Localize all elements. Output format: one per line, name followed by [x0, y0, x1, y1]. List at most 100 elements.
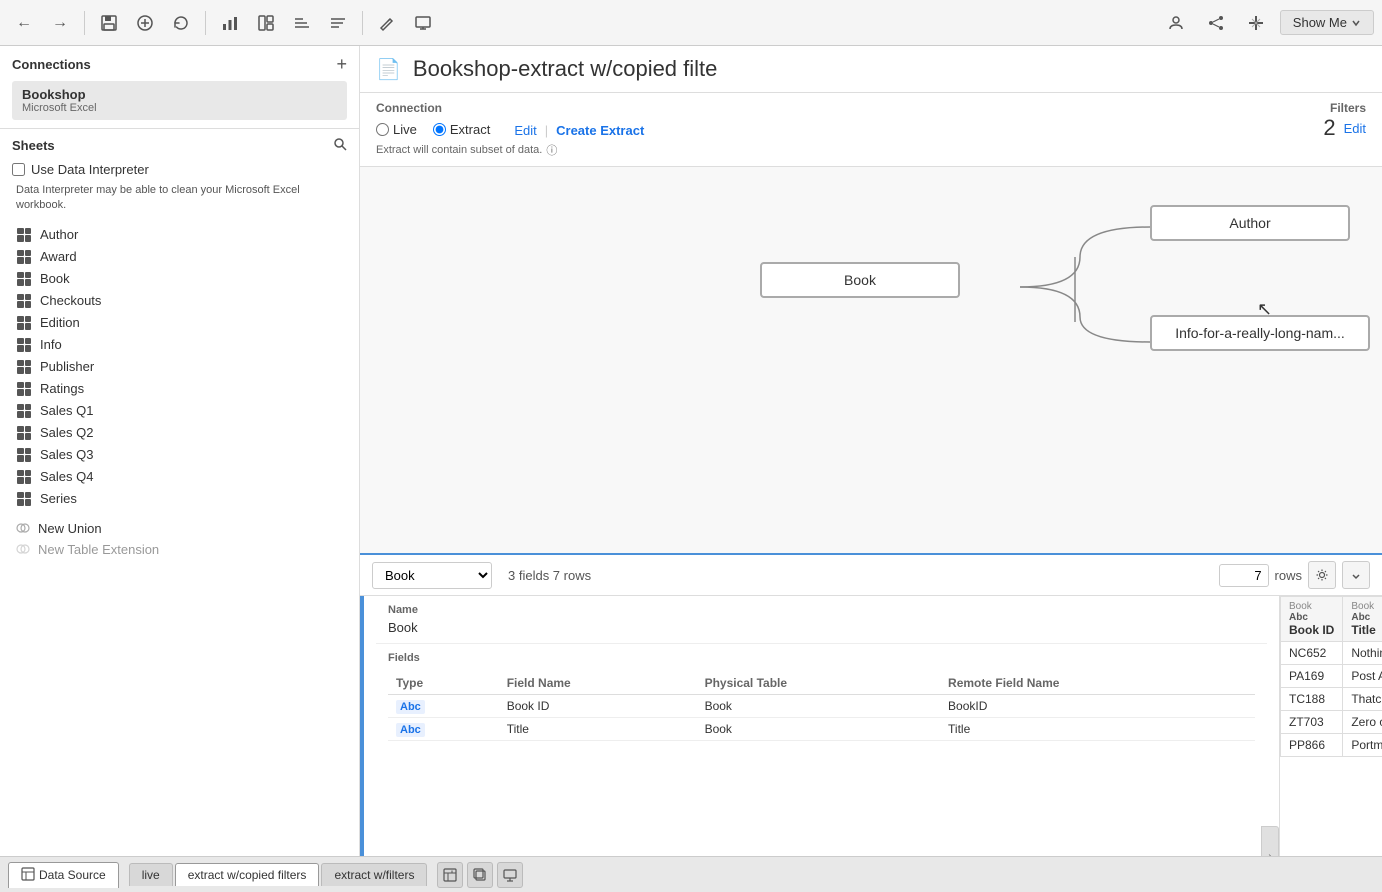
field-physical: Book	[697, 695, 940, 718]
union-icon	[16, 521, 30, 535]
table-cell: NC652	[1281, 642, 1343, 665]
tab-live[interactable]: live	[129, 863, 173, 886]
sidebar-item-sales-q1[interactable]: Sales Q1	[12, 400, 347, 422]
author-node-label: Author	[1229, 215, 1270, 231]
sheet-label: Sales Q2	[40, 425, 93, 440]
monitor-button[interactable]	[407, 7, 439, 39]
tab-extract-filters[interactable]: extract w/filters	[321, 863, 427, 886]
fields-table: Type Field Name Physical Table Remote Fi…	[388, 672, 1255, 741]
sidebar-item-checkouts[interactable]: Checkouts	[12, 290, 347, 312]
sidebar-item-award[interactable]: Award	[12, 246, 347, 268]
col-book-id: Book Abc Book ID	[1281, 597, 1343, 642]
filters-edit-link[interactable]: Edit	[1344, 121, 1366, 136]
data-table-area: Name Book Fields Type Field Name	[360, 596, 1382, 856]
live-radio[interactable]	[376, 123, 389, 136]
sort-asc-button[interactable]	[286, 7, 318, 39]
table-row: PA169Post AlleyBM856	[1281, 665, 1382, 688]
show-me-label: Show Me	[1293, 15, 1347, 30]
sidebar-item-author[interactable]: Author	[12, 224, 347, 246]
search-sheets-button[interactable]	[333, 137, 347, 154]
field-remote: Title	[940, 718, 1255, 741]
rows-right: rows	[1219, 561, 1370, 589]
sidebar-item-sales-q4[interactable]: Sales Q4	[12, 466, 347, 488]
datasource-header: 📄 Bookshop-extract w/copied filte	[360, 46, 1382, 93]
book-node[interactable]: Book	[760, 262, 960, 298]
present-button[interactable]	[497, 862, 523, 888]
toolbar-right: Show Me	[1160, 7, 1374, 39]
sheets-title: Sheets	[12, 138, 55, 153]
add-connection-button[interactable]: +	[336, 54, 347, 75]
share-btn[interactable]	[1200, 7, 1232, 39]
live-radio-label[interactable]: Live	[376, 122, 417, 137]
datasource-tab-label: Data Source	[39, 868, 106, 882]
sheets-list: Author Award Book Checkouts Edition	[12, 224, 347, 510]
create-extract-link[interactable]: Create Extract	[556, 123, 644, 138]
grid-sheet-icon	[16, 491, 32, 507]
sidebar-item-book[interactable]: Book	[12, 268, 347, 290]
chart-button[interactable]	[214, 7, 246, 39]
info-node[interactable]: Info-for-a-really-long-nam...	[1150, 315, 1370, 351]
grid-icon	[17, 316, 31, 330]
datasource-icon: 📄	[376, 57, 401, 82]
interpreter-checkbox[interactable]	[12, 163, 25, 176]
sidebar-item-ratings[interactable]: Ratings	[12, 378, 347, 400]
tableau-logo[interactable]	[1240, 7, 1272, 39]
rows-input[interactable]	[1219, 564, 1269, 587]
split-button[interactable]	[250, 7, 282, 39]
fields-row: Abc Book ID Book BookID	[388, 695, 1255, 718]
fields-col-type: Type	[388, 672, 499, 695]
data-grid: Book Abc Book ID Book Abc Title	[1280, 596, 1382, 856]
sheet-label: Author	[40, 227, 78, 242]
show-me-button[interactable]: Show Me	[1280, 10, 1374, 35]
connection-item-bookshop[interactable]: Bookshop Microsoft Excel	[12, 81, 347, 120]
sheet-label: Info	[40, 337, 62, 352]
new-union-item[interactable]: New Union	[12, 518, 347, 539]
pen-button[interactable]	[371, 7, 403, 39]
datasource-tab[interactable]: Data Source	[8, 862, 119, 888]
table-cell: Nothing But Capers	[1343, 642, 1382, 665]
save-button[interactable]	[93, 7, 125, 39]
sidebar-item-info[interactable]: Info	[12, 334, 347, 356]
fields-row: Abc Title Book Title	[388, 718, 1255, 741]
author-node[interactable]: Author	[1150, 205, 1350, 241]
grid-icon	[17, 294, 31, 308]
connections-section: Connections + Bookshop Microsoft Excel	[0, 46, 359, 129]
add-datasource-button[interactable]	[129, 7, 161, 39]
sort-desc-button[interactable]	[322, 7, 354, 39]
table-row: ZT703Zero over TwelveBM856	[1281, 711, 1382, 734]
new-table-extension-item: New Table Extension	[12, 539, 347, 560]
connection-radio-row: Live Extract Edit | Create Extract	[376, 121, 644, 138]
separator-1	[84, 11, 85, 35]
edit-link[interactable]: Edit	[514, 123, 536, 138]
sidebar-item-publisher[interactable]: Publisher	[12, 356, 347, 378]
fields-panel: Name Book Fields Type Field Name	[360, 596, 1280, 856]
sidebar-item-sales-q2[interactable]: Sales Q2	[12, 422, 347, 444]
table-cell: Portmeirion	[1343, 734, 1382, 757]
grid-sheet-icon	[16, 469, 32, 485]
grid-icon	[17, 426, 31, 440]
expand-button[interactable]	[1342, 561, 1370, 589]
grid-sheet-icon	[16, 381, 32, 397]
refresh-button[interactable]	[165, 7, 197, 39]
extract-radio-label[interactable]: Extract	[433, 122, 490, 137]
sidebar-item-sales-q3[interactable]: Sales Q3	[12, 444, 347, 466]
name-label: Name	[388, 604, 1255, 616]
sidebar-item-series[interactable]: Series	[12, 488, 347, 510]
sidebar-item-edition[interactable]: Edition	[12, 312, 347, 334]
connections-header: Connections +	[12, 54, 347, 75]
settings-button[interactable]	[1308, 561, 1336, 589]
table-selector[interactable]: Book Author Info	[372, 562, 492, 589]
forward-button[interactable]: →	[44, 7, 76, 39]
data-tbody: NC652Nothing But CapersAS443PA169Post Al…	[1281, 642, 1382, 757]
table-row: NC652Nothing But CapersAS443	[1281, 642, 1382, 665]
sheets-section: Sheets Use Data Interpreter Data Interpr…	[0, 129, 359, 856]
add-sheet-button[interactable]	[437, 862, 463, 888]
duplicate-sheet-button[interactable]	[467, 862, 493, 888]
tab-extract-copied[interactable]: extract w/copied filters	[175, 863, 320, 886]
back-button[interactable]: ←	[8, 7, 40, 39]
content-area: 📄 Bookshop-extract w/copied filte Connec…	[360, 46, 1382, 856]
person-icon-btn[interactable]	[1160, 7, 1192, 39]
extract-radio[interactable]	[433, 123, 446, 136]
collapse-panel-button[interactable]: ›	[1261, 826, 1279, 856]
grid-icon	[17, 448, 31, 462]
